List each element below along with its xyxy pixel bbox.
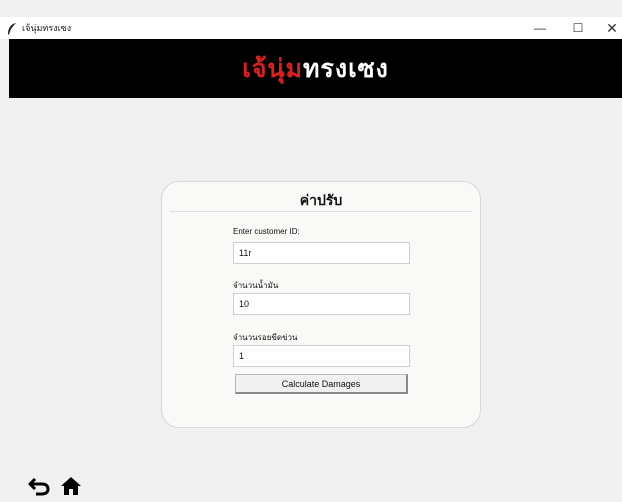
scratch-count-input[interactable] [233, 345, 410, 367]
damages-form-card: ค่าปรับ Enter customer ID: จำนวนน้ำมัน จ… [161, 181, 481, 428]
minimize-button[interactable]: — [524, 17, 556, 39]
header-banner: เจ้นุ่มทรงเซง [9, 39, 622, 98]
customer-id-label: Enter customer ID: [233, 227, 300, 236]
scratch-count-label: จำนวนรอยขีดข่วน [233, 333, 298, 342]
maximize-button[interactable]: ☐ [562, 17, 594, 39]
home-icon[interactable] [60, 476, 82, 496]
logo-text-white: ทรงเซง [302, 53, 389, 83]
window-title: เจ้นุ่มทรงเซง [22, 23, 72, 33]
close-button[interactable]: ✕ [596, 17, 622, 39]
fuel-amount-input[interactable] [233, 293, 410, 315]
back-arrow-icon[interactable] [28, 476, 50, 496]
form-title: ค่าปรับ [299, 193, 343, 209]
logo-text-red: เจ้นุ่ม [242, 53, 303, 83]
customer-id-input[interactable] [233, 242, 410, 264]
calculate-damages-button[interactable]: Calculate Damages [235, 374, 408, 394]
fuel-amount-label: จำนวนน้ำมัน [233, 281, 279, 290]
title-bar: เจ้นุ่มทรงเซง — ☐ ✕ [0, 17, 622, 39]
brand-logo: เจ้นุ่มทรงเซง [242, 49, 389, 89]
title-divider [170, 211, 472, 212]
feather-icon [6, 21, 18, 35]
